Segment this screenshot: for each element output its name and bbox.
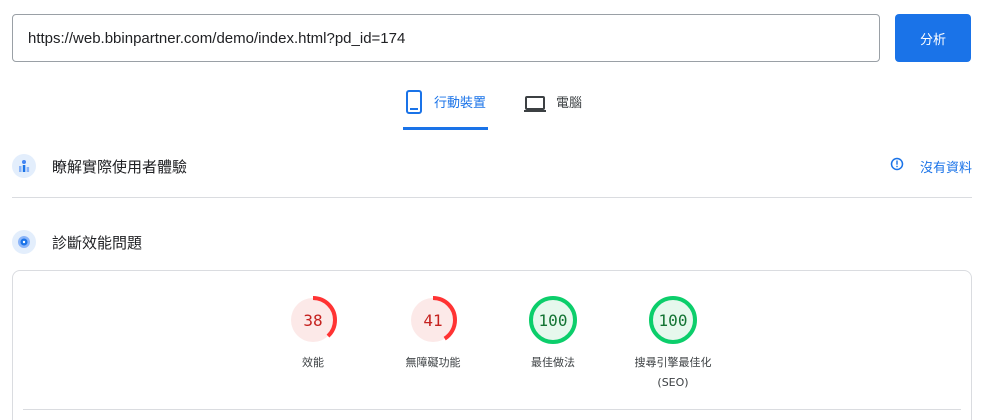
gauge-label: 無障礙功能 [405,356,461,369]
tab-mobile-label: 行動裝置 [434,96,487,111]
field-data-title: 瞭解實際使用者體驗 [52,157,188,176]
no-data-label: 沒有資料 [919,160,972,176]
tab-desktop-label: 電腦 [556,96,583,111]
gauge-label: 搜尋引擎最佳化 [634,356,712,369]
gauge-label: 最佳做法 [531,356,575,369]
phone-icon [403,88,425,120]
scores-card: 38 效能 41 無障礙功能 100 最佳做法 100 搜尋引擎最佳化 (SEO… [12,270,972,420]
laptop-icon [523,88,547,120]
section-divider [12,197,972,198]
gauge-accessibility[interactable]: 41 無障礙功能 [373,295,493,373]
gauge-label: 效能 [302,356,324,369]
gauge-best-practices[interactable]: 100 最佳做法 [493,295,613,373]
lab-data-title: 診斷效能問題 [52,233,143,252]
url-input[interactable] [12,14,880,62]
analyze-button[interactable]: 分析 [895,14,971,62]
tab-mobile[interactable]: 行動裝置 [403,88,488,130]
gauge-sublabel: (SEO) [657,376,689,389]
gauge-seo[interactable]: 100 搜尋引擎最佳化 (SEO) [613,295,733,393]
gauge-value: 38 [303,311,322,330]
info-icon [890,157,904,175]
field-data-section: 瞭解實際使用者體驗 沒有資料 [12,151,972,181]
gauge-value: 100 [539,311,568,330]
gauge-performance[interactable]: 38 效能 [253,295,373,373]
card-divider [23,409,961,410]
lighthouse-icon [12,230,36,254]
tab-desktop[interactable]: 電腦 [523,88,582,130]
lab-data-section: 診斷效能問題 [12,227,972,257]
no-data-link[interactable]: 沒有資料 [890,157,972,176]
gauge-value: 41 [423,311,442,330]
gauge-value: 100 [659,311,688,330]
users-chart-icon [12,154,36,178]
